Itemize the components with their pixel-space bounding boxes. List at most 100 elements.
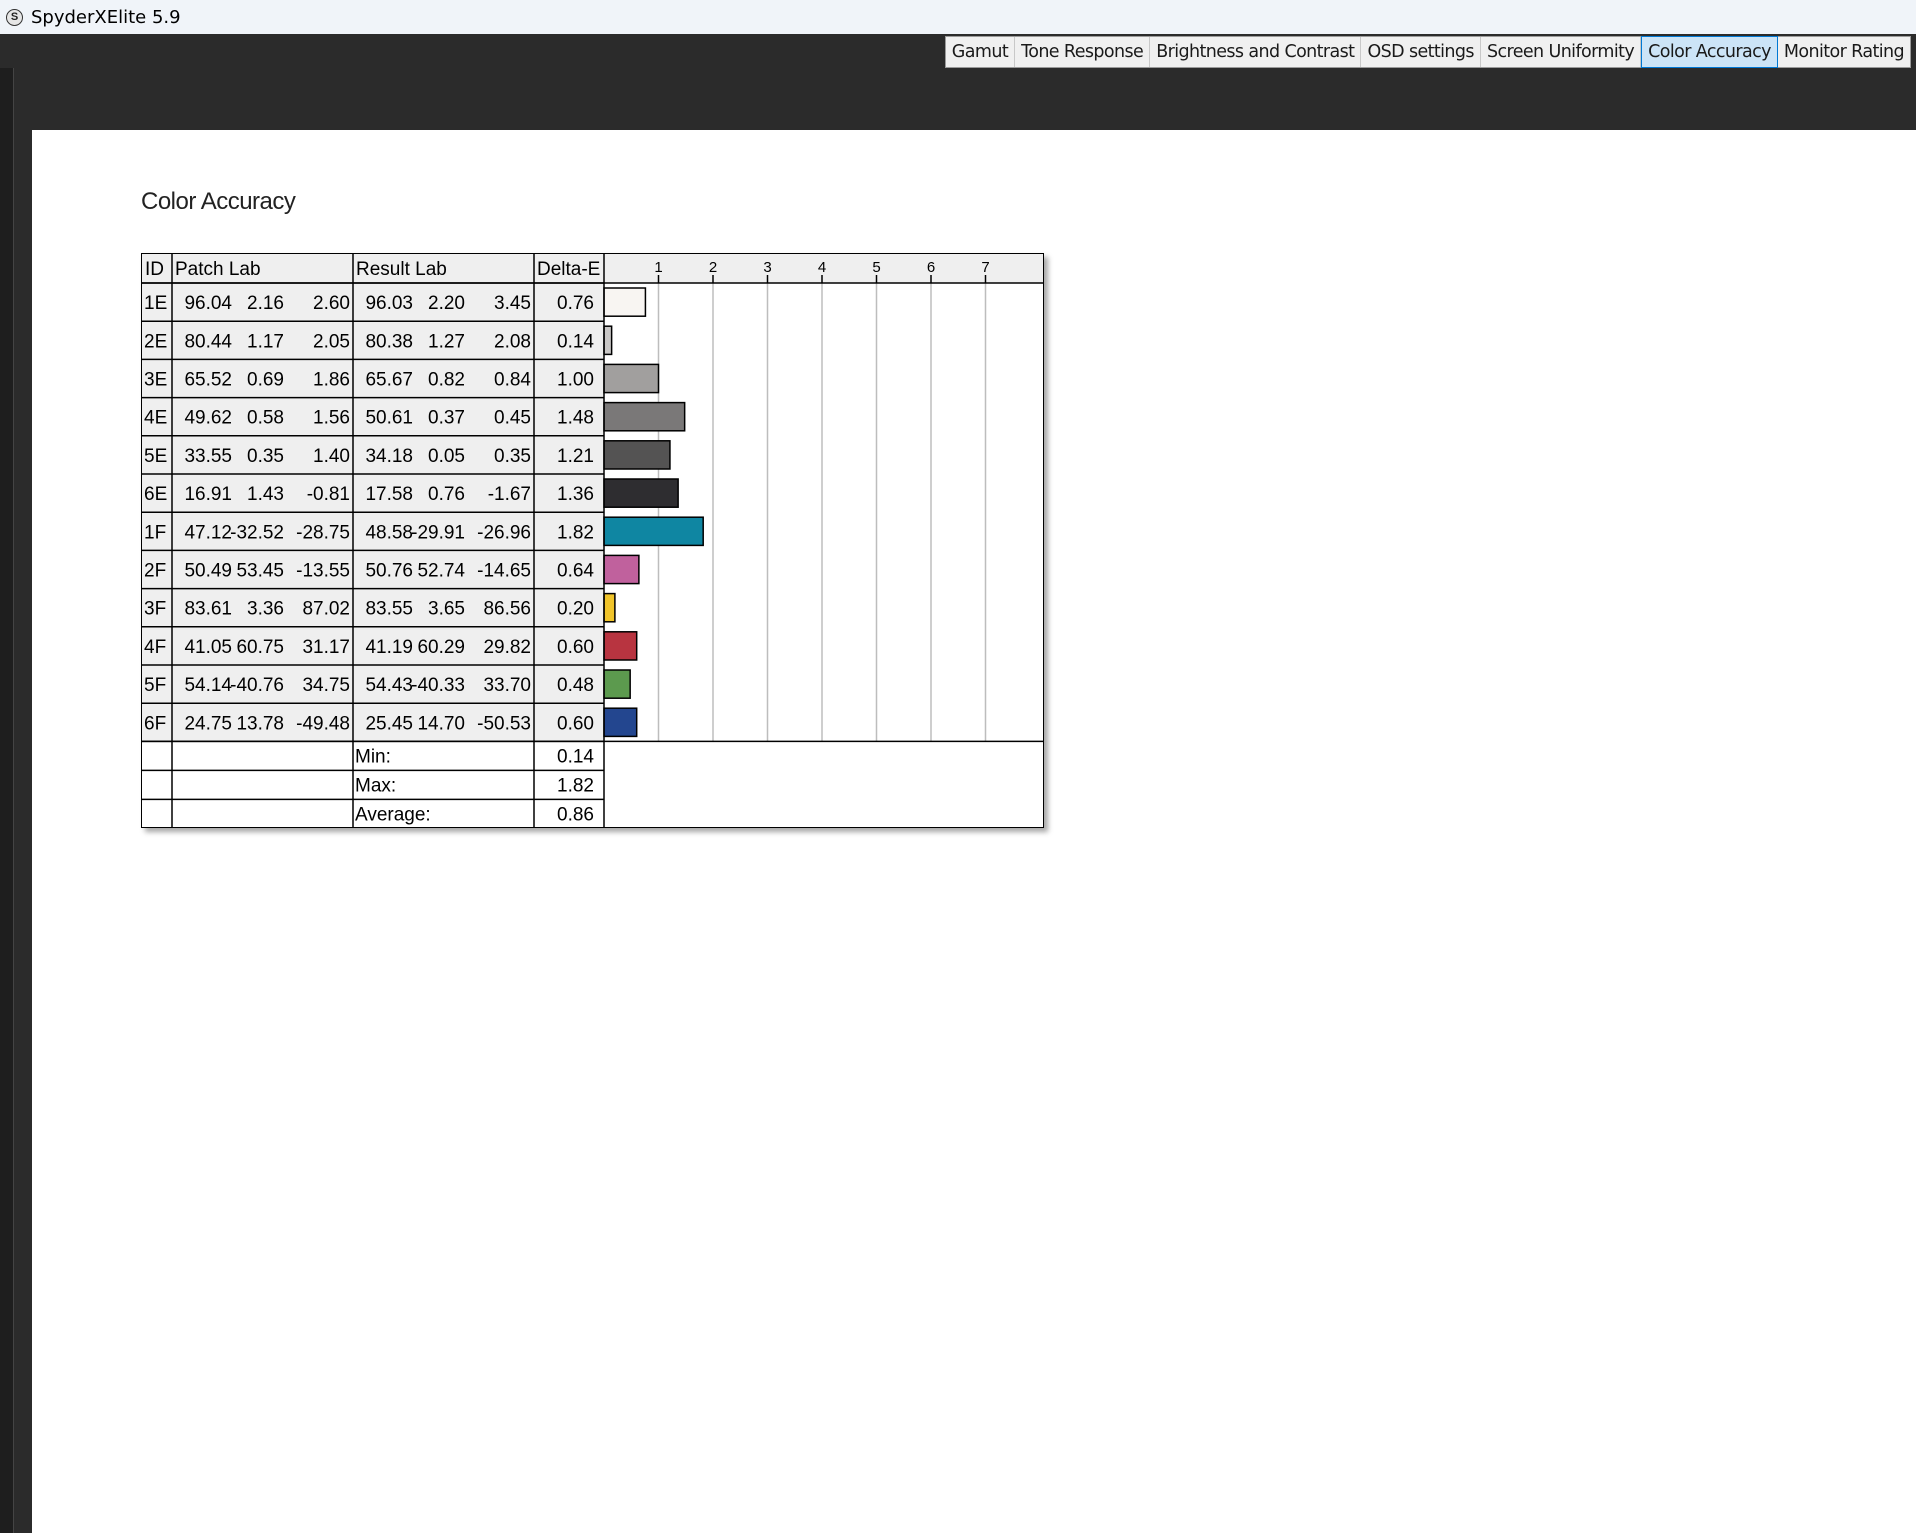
left-panel-strip bbox=[0, 68, 14, 1533]
tab-osd-settings[interactable]: OSD settings bbox=[1361, 37, 1481, 67]
patch-lab-value: 31.17 bbox=[302, 637, 350, 658]
result-lab-value: 83.55 bbox=[365, 599, 413, 620]
result-lab-value: -40.33 bbox=[411, 675, 465, 696]
result-lab-value: -14.65 bbox=[477, 561, 531, 582]
delta-e-value: 0.76 bbox=[557, 293, 594, 314]
row-id: 4F bbox=[144, 637, 166, 658]
result-lab-value: -50.53 bbox=[477, 713, 531, 734]
patch-lab-value: 0.35 bbox=[247, 446, 284, 467]
patch-lab-value: 1.56 bbox=[313, 408, 350, 429]
result-lab-value: 48.58 bbox=[365, 522, 413, 543]
patch-lab-value: 1.86 bbox=[313, 370, 350, 391]
chart-tick-label: 6 bbox=[927, 259, 935, 276]
result-lab-value: 25.45 bbox=[365, 713, 413, 734]
result-lab-value: 2.08 bbox=[494, 331, 531, 352]
patch-lab-value: 13.78 bbox=[236, 713, 284, 734]
header-result-lab: Result Lab bbox=[356, 259, 447, 280]
header-patch-lab: Patch Lab bbox=[175, 259, 261, 280]
result-lab-value: 1.27 bbox=[428, 331, 465, 352]
delta-e-value: 0.48 bbox=[557, 675, 594, 696]
delta-e-value: 1.21 bbox=[557, 446, 594, 467]
patch-lab-value: 2.60 bbox=[313, 293, 350, 314]
patch-lab-value: 87.02 bbox=[302, 599, 350, 620]
delta-e-value: 0.60 bbox=[557, 637, 594, 658]
chart-tick-label: 1 bbox=[654, 259, 662, 276]
result-lab-value: 0.76 bbox=[428, 484, 465, 505]
result-lab-value: 2.20 bbox=[428, 293, 465, 314]
summary-label: Max: bbox=[355, 775, 396, 796]
chart-tick-label: 4 bbox=[818, 259, 826, 276]
patch-lab-value: 34.75 bbox=[302, 675, 350, 696]
patch-lab-value: 80.44 bbox=[184, 331, 232, 352]
window-title: SpyderXElite 5.9 bbox=[31, 6, 181, 28]
patch-lab-value: 83.61 bbox=[184, 599, 232, 620]
result-lab-value: 86.56 bbox=[483, 599, 531, 620]
row-id: 2E bbox=[144, 331, 167, 352]
delta-e-bar bbox=[603, 478, 679, 508]
result-lab-value: 52.74 bbox=[417, 561, 465, 582]
row-id: 1E bbox=[144, 293, 167, 314]
tab-color-accuracy[interactable]: Color Accuracy bbox=[1641, 36, 1778, 68]
result-lab-value: 34.18 bbox=[365, 446, 413, 467]
chart-tick-label: 7 bbox=[981, 259, 989, 276]
tab-gamut[interactable]: Gamut bbox=[945, 37, 1016, 67]
summary-value: 0.14 bbox=[557, 746, 594, 767]
tab-strip: Gamut Tone Response Brightness and Contr… bbox=[944, 36, 1911, 68]
delta-e-bar bbox=[603, 325, 613, 356]
result-lab-value: 3.45 bbox=[494, 293, 531, 314]
patch-lab-value: 16.91 bbox=[184, 484, 232, 505]
result-lab-value: -1.67 bbox=[488, 484, 531, 505]
result-lab-value: 0.82 bbox=[428, 370, 465, 391]
patch-lab-value: 41.05 bbox=[184, 637, 232, 658]
patch-lab-value: 96.04 bbox=[184, 293, 232, 314]
delta-e-value: 0.20 bbox=[557, 599, 594, 620]
result-lab-value: 96.03 bbox=[365, 293, 413, 314]
summary-value: 0.86 bbox=[557, 804, 594, 825]
delta-e-value: 0.60 bbox=[557, 713, 594, 734]
delta-e-bar bbox=[603, 516, 704, 547]
result-lab-value: 50.61 bbox=[365, 408, 413, 429]
patch-lab-value: 50.49 bbox=[184, 561, 232, 582]
delta-e-bar bbox=[603, 707, 638, 738]
delta-e-value: 1.48 bbox=[557, 408, 594, 429]
delta-e-bar bbox=[603, 363, 660, 394]
result-lab-value: 80.38 bbox=[365, 331, 413, 352]
summary-label: Min: bbox=[355, 746, 391, 767]
result-lab-value: 54.43 bbox=[365, 675, 413, 696]
delta-e-value: 1.36 bbox=[557, 484, 594, 505]
summary-value: 1.82 bbox=[557, 775, 594, 796]
tab-brightness-contrast[interactable]: Brightness and Contrast bbox=[1150, 37, 1362, 67]
result-lab-value: 50.76 bbox=[365, 561, 413, 582]
row-id: 6E bbox=[144, 484, 167, 505]
tab-screen-uniformity[interactable]: Screen Uniformity bbox=[1480, 37, 1642, 67]
row-id: 3F bbox=[144, 599, 166, 620]
result-lab-value: 60.29 bbox=[417, 637, 465, 658]
row-id: 4E bbox=[144, 408, 167, 429]
patch-lab-value: 0.69 bbox=[247, 370, 284, 391]
patch-lab-value: 1.40 bbox=[313, 446, 350, 467]
row-id: 3E bbox=[144, 370, 167, 391]
delta-e-value: 0.14 bbox=[557, 331, 594, 352]
page-title: Color Accuracy bbox=[141, 188, 296, 215]
patch-lab-value: -13.55 bbox=[296, 561, 350, 582]
delta-e-value: 1.82 bbox=[557, 522, 594, 543]
result-lab-value: 0.84 bbox=[494, 370, 531, 391]
row-id: 5E bbox=[144, 446, 167, 467]
result-lab-value: 0.45 bbox=[494, 408, 531, 429]
delta-e-bar bbox=[603, 554, 640, 585]
patch-lab-value: 54.14 bbox=[184, 675, 232, 696]
result-lab-value: -26.96 bbox=[477, 522, 531, 543]
title-bar: S SpyderXElite 5.9 bbox=[0, 0, 1916, 34]
patch-lab-value: 1.17 bbox=[247, 331, 284, 352]
delta-e-bar bbox=[603, 631, 638, 661]
chart-tick-label: 5 bbox=[872, 259, 880, 276]
row-id: 1F bbox=[144, 522, 166, 543]
tab-tone-response[interactable]: Tone Response bbox=[1015, 37, 1151, 67]
patch-lab-value: 53.45 bbox=[236, 561, 284, 582]
delta-e-bar bbox=[603, 669, 631, 699]
result-lab-value: 3.65 bbox=[428, 599, 465, 620]
chart-tick-label: 3 bbox=[763, 259, 771, 276]
tab-monitor-rating[interactable]: Monitor Rating bbox=[1777, 37, 1910, 67]
tab-bar: Gamut Tone Response Brightness and Contr… bbox=[0, 34, 1916, 68]
patch-lab-value: -40.76 bbox=[230, 675, 284, 696]
